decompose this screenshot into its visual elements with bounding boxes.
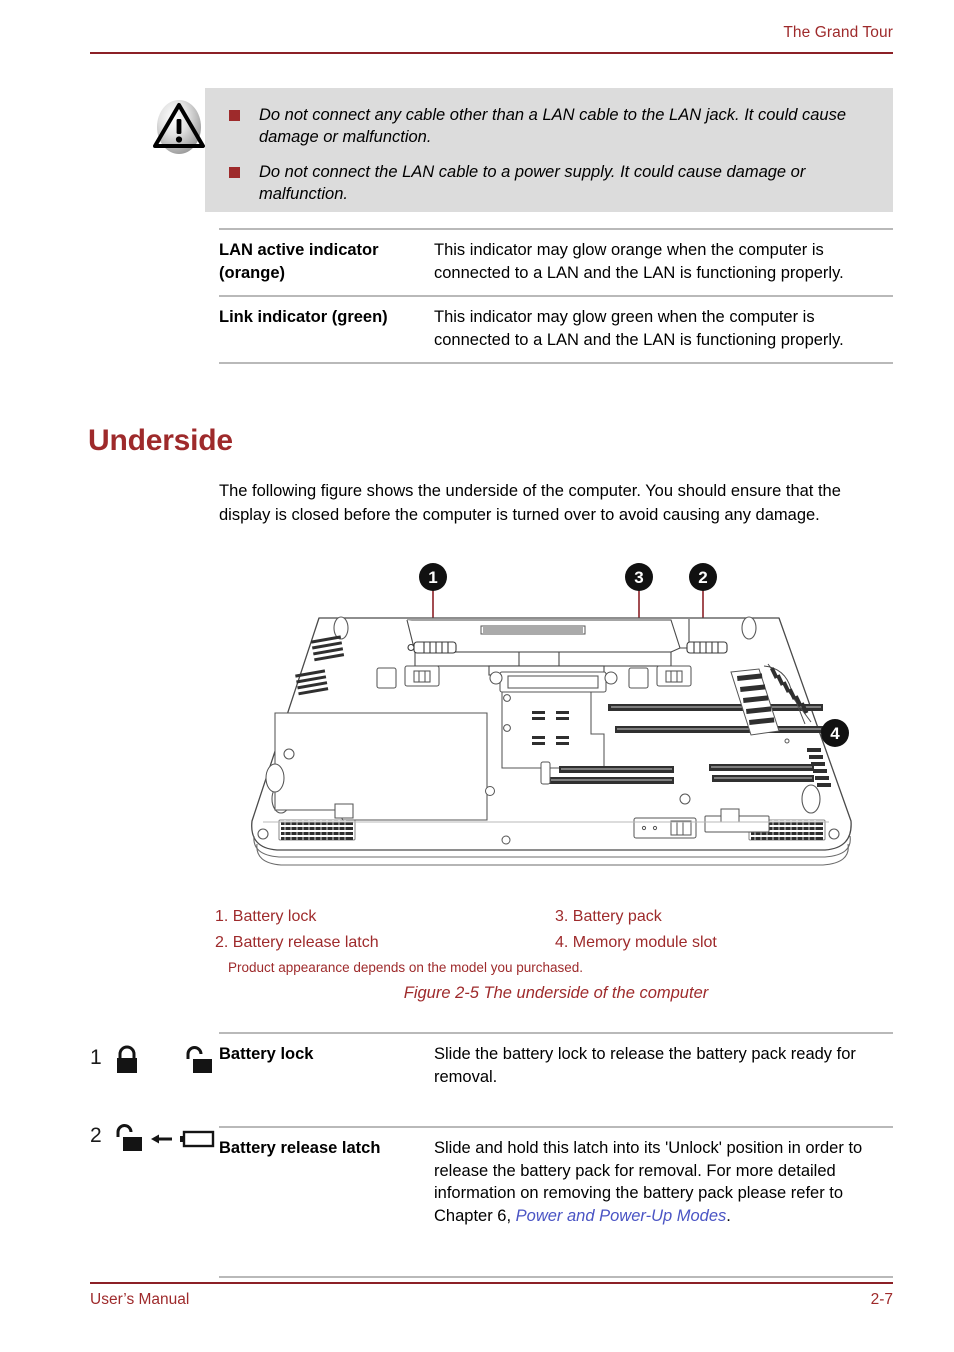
row-description: This indicator may glow green when the c… [434, 308, 844, 349]
section-intro-paragraph: The following figure shows the underside… [219, 482, 841, 524]
page-header: The Grand Tour [90, 24, 893, 58]
row-description: Slide the battery lock to release the ba… [434, 1045, 856, 1086]
battery-control-table: Battery lock Slide the battery lock to r… [219, 1032, 893, 1278]
figure-legend: 1. Battery lock 2. Battery release latch… [215, 904, 895, 956]
caution-item: Do not connect any cable other than a LA… [227, 104, 871, 148]
table-row: Battery lock Slide the battery lock to r… [219, 1034, 893, 1126]
battery-row-number-2: 2 [90, 1124, 102, 1147]
lock-open-icon [112, 1122, 143, 1159]
footer-manual-label: User’s Manual [90, 1291, 190, 1308]
bullet-square-icon [229, 167, 240, 178]
svg-text:1: 1 [428, 568, 437, 587]
legend-item: 4. Memory module slot [555, 934, 717, 951]
row-description: This indicator may glow orange when the … [434, 241, 844, 282]
caution-block: Do not connect any cable other than a LA… [148, 88, 893, 212]
figure-caption: Figure 2-5 The underside of the computer [403, 984, 709, 1002]
page-number: 2-7 [870, 1291, 893, 1308]
footer-divider [90, 1282, 893, 1284]
row-description: Slide and hold this latch into its 'Unlo… [434, 1137, 893, 1265]
legend-column-right: 3. Battery pack 4. Memory module slot [555, 904, 895, 956]
page-title: Underside [88, 424, 233, 457]
legend-item: 1. Battery lock [215, 908, 317, 925]
row-term: LAN active indicator (orange) [219, 241, 379, 282]
underside-figure: 1 3 2 4 [219, 556, 893, 900]
battery-row-number-1: 1 [90, 1046, 102, 1069]
row-term: Battery release latch [219, 1139, 381, 1157]
warning-triangle-icon [148, 96, 210, 158]
description-tail: . [726, 1206, 731, 1225]
lock-open-icon [182, 1044, 213, 1081]
row-term: Link indicator (green) [219, 308, 388, 326]
caution-item-text: Do not connect any cable other than a LA… [259, 106, 847, 146]
legend-item: 3. Battery pack [555, 908, 662, 925]
row-term: Battery lock [219, 1045, 314, 1063]
page-footer: User’s Manual 2-7 [90, 1282, 893, 1316]
figure-note: Product appearance depends on the model … [228, 960, 584, 975]
table-divider [219, 362, 893, 364]
cross-reference-link[interactable]: Power and Power-Up Modes [516, 1207, 727, 1225]
lan-indicator-table: LAN active indicator (orange) This indic… [219, 228, 893, 364]
bullet-square-icon [229, 110, 240, 121]
table-row: Link indicator (green) This indicator ma… [219, 297, 893, 362]
legend-column-left: 1. Battery lock 2. Battery release latch [215, 904, 555, 956]
caution-body: Do not connect any cable other than a LA… [205, 88, 893, 212]
svg-text:4: 4 [830, 724, 840, 743]
battery-icon [180, 1128, 216, 1155]
header-title: The Grand Tour [783, 24, 893, 41]
header-divider [90, 52, 893, 54]
svg-text:3: 3 [634, 568, 643, 587]
table-row: Battery release latch Slide and hold thi… [219, 1128, 893, 1276]
caution-item-text: Do not connect the LAN cable to a power … [259, 163, 806, 203]
svg-text:2: 2 [698, 568, 707, 587]
table-row: LAN active indicator (orange) This indic… [219, 230, 893, 295]
arrow-left-icon [150, 1132, 174, 1151]
lock-closed-icon [112, 1044, 142, 1081]
caution-item: Do not connect the LAN cable to a power … [227, 161, 871, 205]
table-divider [219, 1276, 893, 1278]
legend-item: 2. Battery release latch [215, 934, 379, 951]
